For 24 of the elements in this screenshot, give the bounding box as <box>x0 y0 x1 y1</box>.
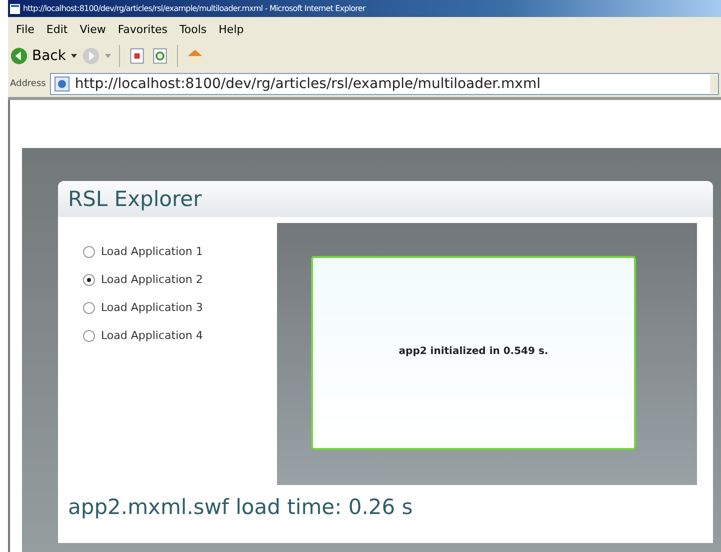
radio-option[interactable]: Load Application 2 <box>83 273 277 286</box>
radio-option[interactable]: Load Application 1 <box>83 245 277 258</box>
menu-item[interactable]: Tools <box>176 22 211 36</box>
page-icon <box>54 76 70 92</box>
home-icon[interactable] <box>186 47 204 65</box>
menu-item[interactable]: Edit <box>42 22 72 36</box>
menu-item[interactable]: File <box>12 22 38 36</box>
back-button[interactable]: Back <box>10 47 66 65</box>
refresh-icon[interactable] <box>151 47 169 65</box>
radio-option[interactable]: Load Application 3 <box>83 301 277 314</box>
menu-item[interactable]: Help <box>214 22 248 36</box>
radio-option[interactable]: Load Application 4 <box>83 329 277 342</box>
caret-icon[interactable] <box>71 54 77 58</box>
menu-item[interactable]: Favorites <box>114 22 172 36</box>
address-field[interactable]: http://localhost:8100/dev/rg/articles/rsl/example/multiloader.mxml <box>50 73 719 95</box>
address-label: Address <box>10 79 46 89</box>
panel-title: RSL Explorer <box>68 187 202 211</box>
browser-icon <box>10 4 20 14</box>
window-title: http://localhost:8100/dev/rg/articles/rsl/example/multiloader.mxml - Microsoft Internet Explorer <box>23 4 366 13</box>
forward-icon[interactable] <box>82 47 100 65</box>
message-text: app2 initialized in 0.549 s. <box>398 346 548 359</box>
menu-item[interactable]: View <box>76 22 110 36</box>
stop-icon[interactable] <box>128 47 146 65</box>
load-time-text: app2.mxml.swf load time: 0.26 s <box>67 494 414 519</box>
